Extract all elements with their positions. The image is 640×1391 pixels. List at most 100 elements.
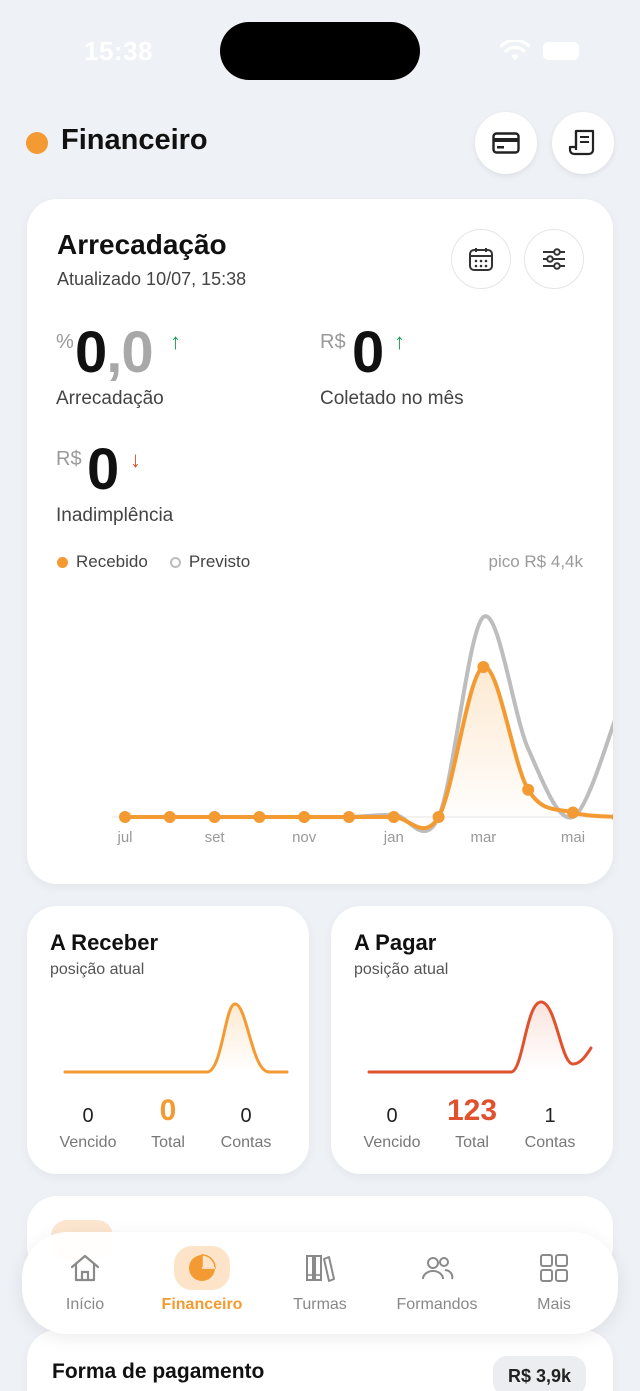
card-title: A Pagar	[354, 930, 437, 955]
bottom-tab-bar: Início Financeiro Turmas Formandos Mais	[22, 1232, 618, 1334]
x-tick-label: jul	[116, 829, 132, 846]
filter-button[interactable]	[524, 229, 584, 289]
data-point-recebido-jul	[119, 811, 131, 823]
tab-formandos[interactable]: Formandos	[382, 1246, 492, 1314]
x-tick-label: nov	[292, 829, 317, 846]
tab-label: Turmas	[293, 1296, 347, 1313]
metric-value: 0	[87, 437, 119, 502]
data-point-recebido-nov	[298, 811, 311, 823]
legend-received: Recebido	[57, 552, 148, 572]
grid-icon	[540, 1254, 568, 1282]
metric-prefix: R$	[320, 331, 346, 353]
stat-value: 0	[386, 1105, 398, 1127]
calendar-button[interactable]	[451, 229, 511, 289]
tab-turmas[interactable]: Turmas	[265, 1246, 375, 1314]
legend-dot	[57, 556, 68, 568]
tab-label: Formandos	[396, 1296, 478, 1313]
data-point-recebido-mai	[567, 806, 579, 819]
credit-card-icon	[492, 132, 520, 154]
status-bar: 15:38	[0, 0, 640, 100]
trend-down-icon: ↓	[130, 447, 141, 472]
legend-label: Recebido	[76, 552, 148, 571]
metric-label: Arrecadação	[56, 388, 164, 409]
calendar-icon	[469, 248, 493, 271]
metric-value: 0	[352, 320, 384, 385]
data-point-recebido-set	[208, 811, 221, 823]
stat-label: Vencido	[59, 1134, 117, 1151]
tab-financeiro[interactable]: Financeiro	[147, 1246, 257, 1314]
page-title: Financeiro	[61, 124, 208, 156]
spark-area	[207, 1004, 289, 1072]
stat-label: Contas	[524, 1134, 576, 1151]
receivables-sparkline	[63, 1002, 289, 1074]
series-line-previsto	[123, 614, 613, 834]
books-icon	[306, 1255, 335, 1282]
wifi-icon	[500, 40, 530, 60]
collection-card: Arrecadação Atualizado 10/07, 15:38 % 0,…	[27, 199, 613, 884]
payables-card[interactable]: A Pagar posição atual 0 Vencido 123 Tota…	[331, 906, 613, 1174]
trend-up-icon: ↑	[170, 329, 181, 354]
tab-mais[interactable]: Mais	[499, 1246, 609, 1314]
card-title: Arrecadação	[57, 229, 227, 260]
pie-chart-icon	[189, 1254, 216, 1281]
receipt-button[interactable]	[552, 112, 614, 174]
receivables-card[interactable]: A Receber posição atual 0 Vencido 0 Tota…	[27, 906, 309, 1174]
data-point-recebido-dez	[343, 811, 355, 823]
series-line-recebido	[123, 665, 613, 831]
legend-label: Previsto	[188, 552, 251, 571]
page-header: Financeiro	[0, 110, 640, 180]
data-point-recebido-mar	[477, 661, 490, 673]
data-point-recebido-ago	[163, 811, 176, 823]
legend-dot	[169, 556, 181, 568]
stat-value: 0	[240, 1105, 252, 1127]
chart-legend: Recebido Previsto	[57, 552, 272, 572]
status-dot	[26, 132, 48, 154]
x-tick-label: jan	[383, 829, 404, 846]
dynamic-island	[220, 22, 420, 80]
stat-label: Total	[151, 1134, 185, 1151]
stat-label: Total	[455, 1134, 489, 1151]
data-point-recebido-abr	[522, 783, 535, 796]
data-point-recebido-jan	[387, 811, 400, 823]
metric-label: Inadimplência	[56, 505, 174, 526]
data-point-recebido-out	[253, 811, 266, 823]
metric-prefix: R$	[56, 448, 82, 470]
metric-label: Coletado no mês	[320, 388, 464, 409]
battery-icon	[543, 42, 579, 60]
stat-label: Contas	[220, 1134, 272, 1151]
x-tick-label: set	[205, 829, 226, 846]
card-title: Forma de pagamento	[52, 1360, 265, 1383]
peak-label: pico R$ 4,4k	[488, 552, 584, 571]
payables-sparkline	[367, 1000, 593, 1074]
card-title: A Receber	[50, 930, 159, 955]
legend-expected: Previsto	[169, 552, 251, 572]
trend-up-icon: ↑	[394, 329, 405, 354]
amount-badge: R$ 3,9k	[493, 1356, 587, 1391]
stat-value: 0	[82, 1105, 94, 1127]
receipt-icon	[568, 129, 595, 156]
card-button[interactable]	[475, 112, 537, 174]
updated-timestamp: Atualizado 10/07, 15:38	[57, 269, 247, 289]
metric-prefix: %	[56, 331, 74, 353]
stat-overdue: 0 Vencido	[48, 1094, 128, 1152]
collection-chart: jul set nov jan mar mai	[112, 614, 613, 846]
stat-value: 123	[446, 1094, 498, 1127]
tab-inicio[interactable]: Início	[30, 1246, 140, 1314]
tab-label: Início	[65, 1296, 105, 1313]
tab-label: Mais	[537, 1296, 571, 1313]
card-subtitle: posição atual	[354, 961, 449, 978]
users-icon	[422, 1257, 454, 1280]
stat-accounts: 1 Contas	[510, 1094, 590, 1152]
metric-value: 0,0	[75, 320, 154, 385]
clock: 15:38	[84, 36, 153, 66]
data-point-recebido-jun	[611, 813, 613, 821]
data-point-recebido-fev	[432, 811, 445, 823]
tab-label: Financeiro	[161, 1296, 243, 1313]
stat-accounts: 0 Contas	[206, 1094, 286, 1152]
stat-overdue: 0 Vencido	[352, 1094, 432, 1152]
sliders-icon	[543, 248, 565, 270]
stat-total: 123 Total	[432, 1094, 512, 1152]
stat-value: 0	[159, 1094, 177, 1127]
payment-method-card[interactable]: Forma de pagamento R$ 3,9k	[27, 1330, 613, 1391]
x-tick-label: mar	[470, 829, 496, 846]
